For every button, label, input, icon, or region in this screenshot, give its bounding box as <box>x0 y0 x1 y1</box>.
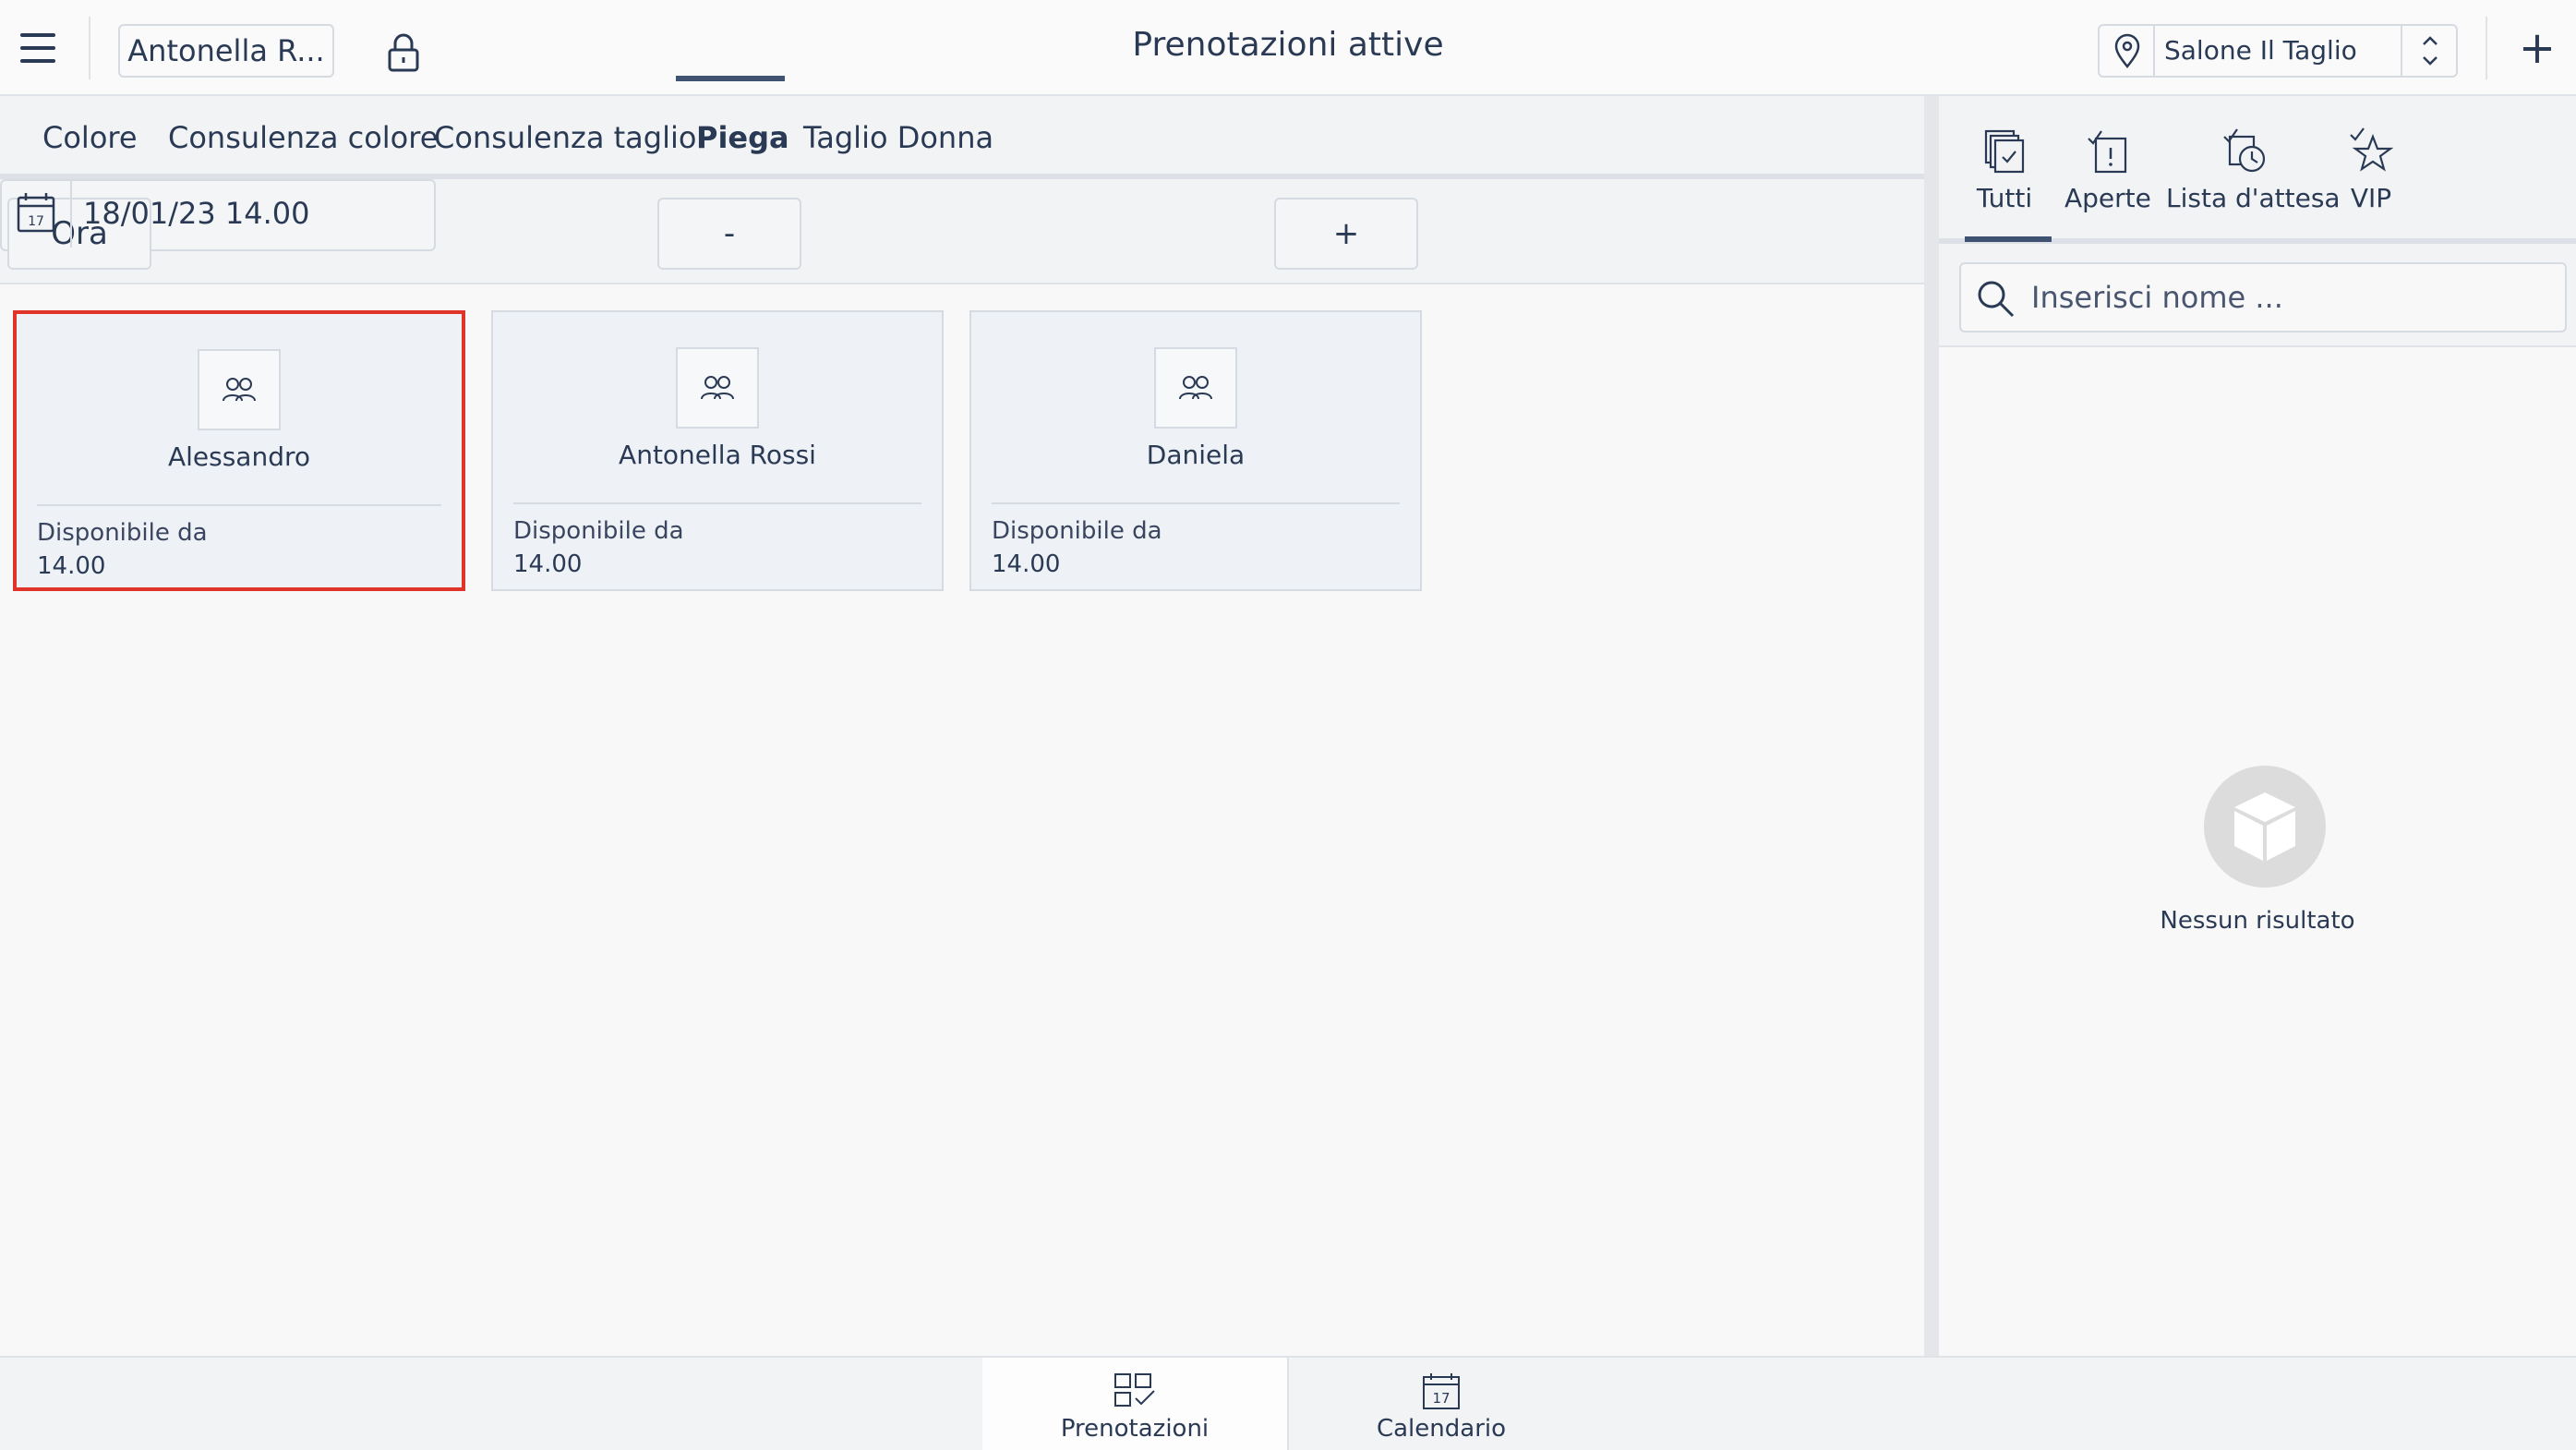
availability-time: 14.00 <box>513 550 583 578</box>
nav-label: Prenotazioni <box>1060 1415 1210 1443</box>
booking-filter-tabs: Tutti Aperte Lista d'attesa VIP <box>1939 96 2576 244</box>
search-box[interactable] <box>1959 262 2567 332</box>
time-controls: Ora - 17 18/01/23 14.00 + <box>0 179 1924 284</box>
nav-calendario[interactable]: 17 Calendario <box>1289 1358 1594 1450</box>
location-pin-icon <box>2100 26 2155 76</box>
tab-consulenza-colore[interactable]: Consulenza colore <box>168 120 438 155</box>
filter-tab-label: Aperte <box>2064 183 2151 213</box>
card-divider <box>37 504 441 506</box>
open-bookings-icon <box>2088 130 2127 174</box>
availability-label: Disponibile da <box>992 517 1162 545</box>
user-button[interactable]: Antonella R... <box>118 24 334 78</box>
vip-star-icon <box>2350 127 2394 172</box>
search-input[interactable] <box>2031 264 2558 331</box>
topbar-divider <box>89 17 90 79</box>
bottom-nav-divider <box>1287 1358 1289 1450</box>
all-bookings-icon <box>1984 129 2025 174</box>
waiting-list-icon <box>2223 128 2266 173</box>
empty-box-icon <box>2203 765 2327 888</box>
active-tab-indicator <box>676 76 785 81</box>
tab-piega[interactable]: Piega <box>696 120 789 155</box>
filter-tab-tutti[interactable]: Tutti <box>1961 126 2048 213</box>
filter-tab-label: VIP <box>2350 183 2392 213</box>
filter-tab-vip[interactable]: VIP <box>2338 126 2404 213</box>
menu-icon[interactable] <box>17 28 57 68</box>
availability-time: 14.00 <box>37 552 106 580</box>
datetime-field[interactable]: 17 18/01/23 14.00 <box>0 179 436 251</box>
nav-label: Calendario <box>1376 1415 1507 1443</box>
availability-time: 14.00 <box>992 550 1061 578</box>
lock-icon[interactable] <box>384 31 423 72</box>
filter-tab-lista-attesa[interactable]: Lista d'attesa <box>2166 126 2341 213</box>
bookings-grid-icon <box>1114 1373 1155 1407</box>
filter-tab-label: Tutti <box>1976 183 2033 213</box>
staff-card-daniela[interactable]: Daniela Disponibile da 14.00 <box>969 310 1422 591</box>
card-divider <box>513 502 921 504</box>
availability-label: Disponibile da <box>37 519 208 547</box>
staff-name: Antonella Rossi <box>619 440 816 470</box>
empty-state-text: Nessun risultato <box>2160 907 2355 935</box>
staff-card-alessandro[interactable]: Alessandro Disponibile da 14.00 <box>13 310 465 591</box>
chevron-up-down-icon <box>2401 26 2456 76</box>
tab-taglio-donna[interactable]: Taglio Donna <box>803 120 993 155</box>
add-button[interactable]: + <box>2511 24 2563 76</box>
datetime-value: 18/01/23 14.00 <box>83 196 310 231</box>
card-divider <box>992 502 1400 504</box>
tab-colore[interactable]: Colore <box>42 120 138 155</box>
calendar-icon: 17 <box>1423 1373 1460 1409</box>
staff-card-antonella-rossi[interactable]: Antonella Rossi Disponibile da 14.00 <box>491 310 944 591</box>
plus-button[interactable]: + <box>1274 198 1418 270</box>
availability-label: Disponibile da <box>513 517 684 545</box>
filter-tab-aperte[interactable]: Aperte <box>2064 126 2151 213</box>
topbar-divider <box>2486 17 2487 79</box>
staff-group-icon <box>198 349 281 430</box>
search-icon <box>1974 277 2016 320</box>
tab-consulenza-taglio[interactable]: Consulenza taglio <box>434 120 696 155</box>
active-filter-indicator <box>1965 236 2052 242</box>
staff-group-icon <box>676 347 759 429</box>
salon-select-label: Salone Il Taglio <box>2164 35 2357 66</box>
filter-tab-label: Lista d'attesa <box>2166 183 2341 213</box>
nav-prenotazioni[interactable]: Prenotazioni <box>982 1358 1287 1450</box>
staff-group-icon <box>1154 347 1237 429</box>
staff-name: Daniela <box>1146 440 1246 470</box>
service-tabs: Colore Consulenza colore Consulenza tagl… <box>0 96 1924 179</box>
calendar-icon[interactable]: 17 <box>0 179 72 248</box>
panel-splitter[interactable] <box>1924 96 1939 1356</box>
minus-button[interactable]: - <box>657 198 801 270</box>
calendar-icon-day: 17 <box>28 214 44 229</box>
salon-select[interactable]: Salone Il Taglio <box>2098 24 2458 78</box>
calendar-icon-day: 17 <box>1432 1390 1450 1407</box>
staff-name: Alessandro <box>167 441 311 472</box>
